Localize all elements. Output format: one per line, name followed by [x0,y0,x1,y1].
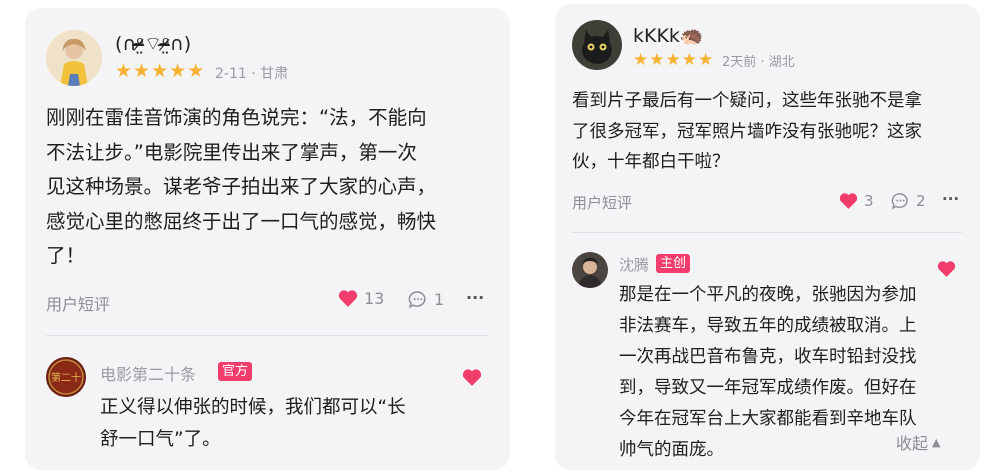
user-name[interactable]: (∩ᵒ̴̶̷̤⌔ᵒ̴̶̷̤∩) [115,32,191,56]
heart-icon [839,193,858,209]
more-button[interactable]: ··· [466,288,484,307]
content-line: 非法赛车，导致五年的成绩被取消。上 [619,316,917,336]
comment-content: 刚刚在雷佳音饰演的角色说完：“法，不能向 不法让步。”电影院里传出来了掌声，第一… [46,101,506,274]
official-badge: 官方 [218,362,253,381]
content-line: 舒一口气”了。 [100,429,221,450]
review-type-tag: 用户短评 [46,295,111,314]
rating-stars: ★ ★ ★ ★ ★ [633,51,713,70]
collapse-label: 收起 [896,434,929,453]
collapse-button[interactable]: 收起 ▲ [896,430,940,454]
collapse-up-icon: ▲ [932,435,941,449]
comment-icon [408,291,426,309]
like-button[interactable]: 13 [338,289,384,308]
star-icon: ★ [115,60,133,82]
content-line: 了！ [46,244,86,267]
heart-icon[interactable] [462,368,482,387]
content-line: 不法让步。”电影院里传出来了掌声，第一次 [46,140,417,164]
more-icon: ··· [942,190,960,208]
star-icon: ★ [187,60,205,82]
comment-count: 2 [916,192,926,210]
divider [572,232,962,233]
star-icon: ★ [151,60,169,82]
post-meta: 2-11 · 甘肃 [215,66,289,82]
like-button[interactable]: 3 [839,192,874,210]
review-type-tag: 用户短评 [572,194,633,212]
avatar[interactable] [46,30,102,86]
star-icon: ★ [169,60,187,82]
star-icon: ★ [665,50,681,70]
svg-text:第二十: 第二十 [51,371,81,384]
like-count: 13 [364,289,385,308]
avatar[interactable] [572,20,622,70]
content-line: 了很多冠军，冠军照片墙咋没有张驰呢？这家 [572,121,922,142]
comment-card-right: kKKk🦔 ★ ★ ★ ★ ★ 2天前 · 湖北 看到片子最后有一个疑问，这些年… [555,4,980,470]
comment-content: 看到片子最后有一个疑问，这些年张驰不是拿 了很多冠军，冠军照片墙咋没有张驰呢？这… [572,86,977,178]
comment-button[interactable]: 2 [891,192,926,210]
reply-content: 正义得以伸张的时候，我们都可以“长 舒一口气”了。 [100,392,490,456]
like-count: 3 [864,192,874,210]
reply-avatar[interactable]: 第二十 [46,357,86,397]
divider [46,335,489,336]
heart-icon [338,290,358,307]
star-icon: ★ [633,50,649,70]
content-line: 感觉心里的憋屈终于出了一口气的感觉，畅快 [46,209,437,233]
user-name[interactable]: kKKk🦔 [633,24,704,47]
star-icon: ★ [681,50,697,70]
content-line: 那是在一个平凡的夜晚，张驰因为参加 [619,285,917,305]
content-line: 刚刚在雷佳音饰演的角色说完：“法，不能向 [46,106,427,129]
reply-avatar[interactable] [572,252,608,288]
post-meta: 2天前 · 湖北 [722,55,795,70]
heart-icon[interactable] [937,260,956,278]
content-line: 见这种场景。谋老爷子拍出来了大家的心声， [46,175,437,198]
creator-badge: 主创 [656,254,691,273]
content-line: 伙，十年都白干啦？ [572,152,730,172]
star-icon: ★ [133,60,151,82]
content-line: 看到片子最后有一个疑问，这些年张驰不是拿 [572,91,922,111]
comment-count: 1 [434,290,445,309]
comment-icon [891,193,908,210]
comment-card-left: (∩ᵒ̴̶̷̤⌔ᵒ̴̶̷̤∩) ★ ★ ★ ★ ★ 2-11 · 甘肃 刚刚在雷… [25,8,510,470]
content-line: 正义得以伸张的时候，我们都可以“长 [100,397,406,418]
content-line: 一次再战巴音布鲁克，收车时铅封没找 [619,347,917,367]
content-line: 到，导致又一年冠军成绩作废。但好在 [619,378,917,398]
rating-stars: ★ ★ ★ ★ ★ [115,62,204,81]
more-button[interactable]: ··· [942,190,959,208]
comment-button[interactable]: 1 [408,290,444,309]
reply-author-name[interactable]: 沈腾 [619,254,649,275]
star-icon: ★ [649,50,665,70]
more-icon: ··· [466,288,485,307]
star-icon: ★ [698,50,714,70]
reply-author-name[interactable]: 电影第二十条 [100,361,196,385]
